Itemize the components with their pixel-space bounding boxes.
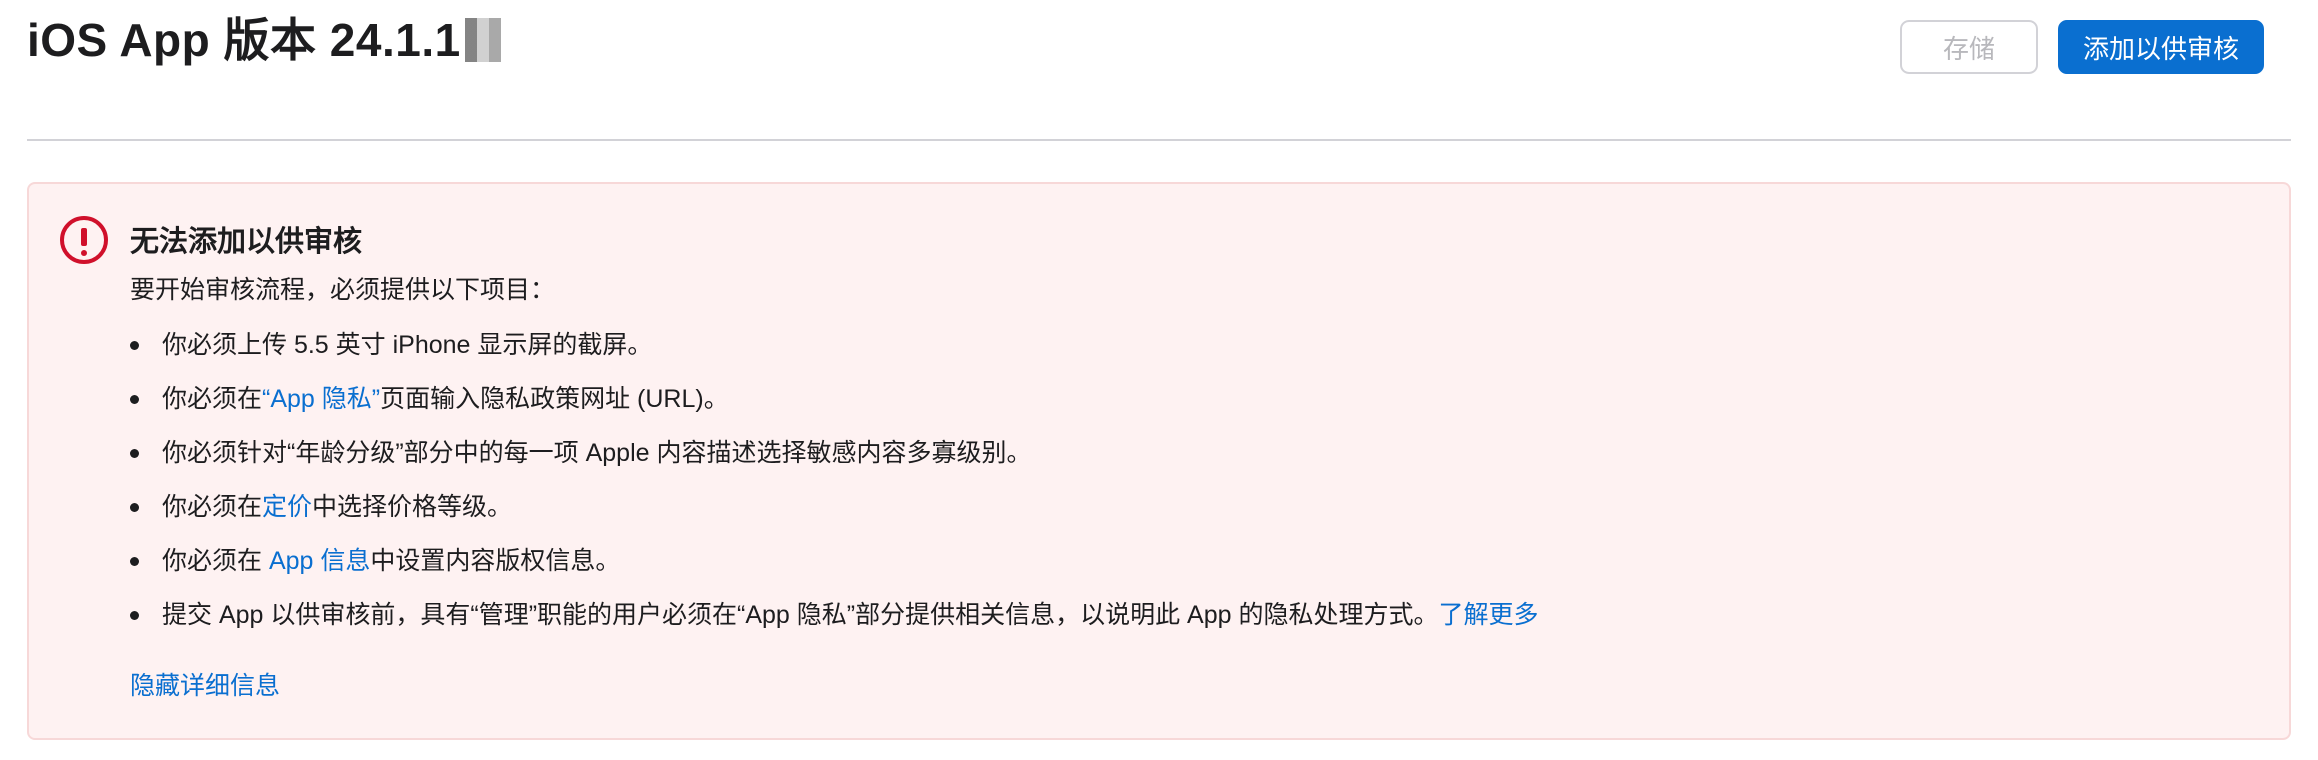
requirement-item: 你必须在定价中选择价格等级。 — [130, 489, 1539, 543]
bullet — [130, 611, 139, 620]
requirement-text: 中选择价格等级。 — [312, 493, 513, 521]
requirement-text: 你必须在 — [162, 385, 263, 413]
page-title: iOS App 版本 24.1.1 — [27, 10, 501, 70]
requirement-text: 中设置内容版权信息。 — [370, 547, 621, 575]
app-version-page: iOS App 版本 24.1.1 存储 添加以供审核 无法添加以供审核 要开始… — [0, 0, 2318, 760]
requirement-item: 你必须在“App 隐私”页面输入隐私政策网址 (URL)。 — [130, 381, 1539, 435]
save-button[interactable]: 存储 — [1900, 20, 2038, 74]
bullet — [130, 341, 139, 350]
requirement-text: 你必须在 — [162, 493, 263, 521]
requirement-text: 你必须针对“年龄分级”部分中的每一项 Apple 内容描述选择敏感内容多寡级别。 — [162, 439, 1032, 467]
requirement-item: 你必须针对“年龄分级”部分中的每一项 Apple 内容描述选择敏感内容多寡级别。 — [130, 435, 1539, 489]
bullet — [130, 557, 139, 566]
submission-error-alert: 无法添加以供审核 要开始审核流程，必须提供以下项目： 你必须上传 5.5 英寸 … — [27, 182, 2291, 740]
bullet — [130, 503, 139, 512]
exclamation-bar — [81, 228, 87, 246]
header-divider — [27, 139, 2291, 141]
requirement-text: 你必须上传 5.5 英寸 iPhone 显示屏的截屏。 — [162, 331, 653, 359]
requirement-text: 提交 App 以供审核前，具有“管理”职能的用户必须在“App 隐私”部分提供相… — [162, 601, 1439, 629]
exclamation-dot — [81, 250, 87, 256]
alert-title: 无法添加以供审核 — [130, 226, 363, 258]
bullet — [130, 449, 139, 458]
requirement-text: 页面输入隐私政策网址 (URL)。 — [380, 385, 729, 413]
requirements-list: 你必须上传 5.5 英寸 iPhone 显示屏的截屏。 你必须在“App 隐私”… — [130, 327, 1539, 651]
app-information-link[interactable]: App 信息 — [269, 547, 370, 575]
requirement-text: 你必须在 — [162, 547, 269, 575]
pricing-link[interactable]: 定价 — [262, 493, 312, 521]
learn-more-link[interactable]: 了解更多 — [1438, 601, 1538, 629]
page-title-text: iOS App 版本 24.1.1 — [27, 14, 461, 66]
app-privacy-link[interactable]: “App 隐私” — [262, 385, 380, 413]
requirement-item: 你必须在 App 信息中设置内容版权信息。 — [130, 543, 1539, 597]
exclamation-circle-icon — [60, 216, 108, 264]
requirement-item: 你必须上传 5.5 英寸 iPhone 显示屏的截屏。 — [130, 327, 1539, 381]
redacted-version-suffix — [464, 18, 501, 62]
hide-details-link[interactable]: 隐藏详细信息 — [130, 668, 280, 704]
requirement-item: 提交 App 以供审核前，具有“管理”职能的用户必须在“App 隐私”部分提供相… — [130, 597, 1539, 651]
alert-intro: 要开始审核流程，必须提供以下项目： — [130, 276, 556, 304]
add-for-review-button[interactable]: 添加以供审核 — [2058, 20, 2264, 74]
bullet — [130, 395, 139, 404]
